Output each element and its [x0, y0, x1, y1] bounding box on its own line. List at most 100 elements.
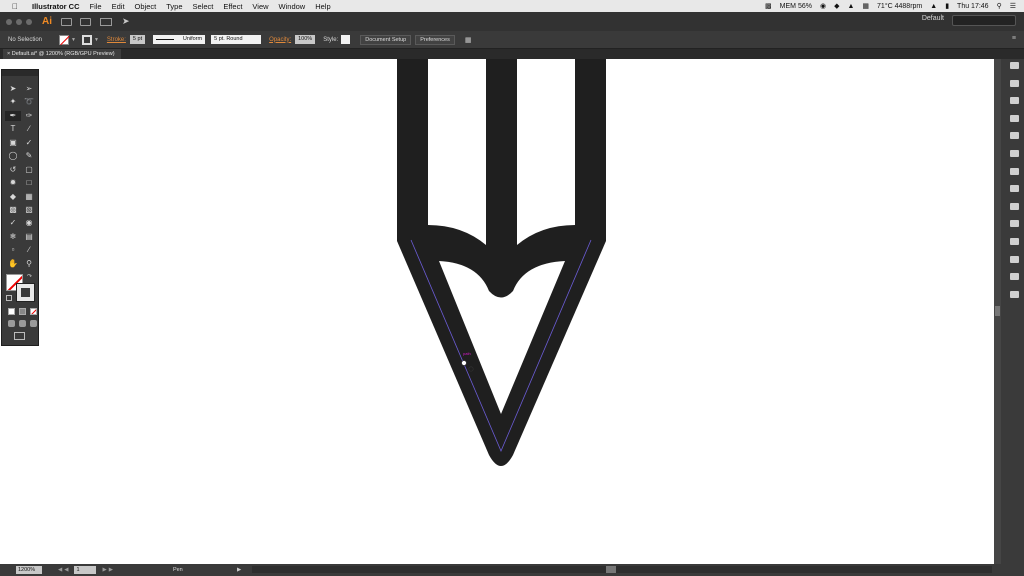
artboard-tool-icon[interactable]: ▫ — [5, 245, 21, 255]
column-graph-tool-icon[interactable]: ▤ — [21, 232, 37, 242]
menu-type[interactable]: Type — [166, 2, 182, 11]
zoom-window-button[interactable] — [26, 18, 32, 25]
artboard-number-field[interactable]: 1 — [74, 566, 97, 574]
menu-edit[interactable]: Edit — [112, 2, 125, 11]
clipboard-icon[interactable]: ▦ — [862, 2, 869, 10]
color-icon[interactable] — [1009, 97, 1019, 105]
rotate-tool-icon[interactable]: ↺ — [5, 165, 21, 175]
menu-help[interactable]: Help — [315, 2, 330, 11]
memory-status[interactable]: MEM 56% — [780, 3, 812, 10]
horizontal-scroll-thumb[interactable] — [606, 566, 616, 573]
color-mode-icon[interactable] — [8, 308, 15, 315]
slice-tool-icon[interactable]: ∕ — [21, 245, 37, 255]
menu-file[interactable]: File — [90, 2, 102, 11]
creative-cloud-icon[interactable]: ▩ — [765, 2, 772, 10]
default-fill-stroke-icon[interactable] — [6, 295, 12, 301]
brush-definition[interactable]: 5 pt. Round — [211, 35, 262, 44]
arrange-icon[interactable]: ▦ — [465, 36, 472, 44]
opacity-field[interactable]: 100% — [295, 35, 316, 44]
rectangle-tool-icon[interactable]: ▣ — [5, 138, 21, 148]
close-window-button[interactable] — [6, 18, 12, 25]
stroke-icon[interactable] — [1009, 185, 1019, 193]
stroke-label[interactable]: Stroke: — [107, 37, 126, 43]
dropbox-icon[interactable]: ◆ — [834, 2, 839, 10]
transparency-icon[interactable] — [1009, 220, 1019, 228]
hand-tool-icon[interactable]: ✋ — [5, 259, 21, 269]
spotlight-icon[interactable]: ⚲ — [997, 2, 1002, 10]
line-tool-icon[interactable]: ∕ — [21, 124, 37, 134]
none-mode-icon[interactable] — [30, 308, 37, 315]
notification-center-icon[interactable]: ☰ — [1010, 2, 1016, 10]
free-transform-tool-icon[interactable]: □ — [21, 178, 37, 188]
chevron-down-icon[interactable]: ▼ — [71, 37, 76, 43]
eye-icon[interactable]: ◉ — [820, 2, 826, 10]
draw-behind-icon[interactable] — [19, 320, 26, 327]
width-tool-icon[interactable]: ✹ — [5, 178, 21, 188]
scale-tool-icon[interactable]: ▢ — [21, 165, 37, 175]
magic-wand-tool-icon[interactable]: ✦ — [5, 97, 21, 107]
direct-selection-tool-icon[interactable]: ➢ — [21, 84, 37, 94]
layers-icon[interactable] — [1009, 273, 1019, 281]
graphic-styles-icon[interactable] — [1009, 255, 1019, 263]
send-icon[interactable]: ➤ — [122, 16, 130, 27]
brushes-icon[interactable] — [1009, 149, 1019, 157]
workspace-switcher[interactable]: Default — [922, 15, 944, 22]
stroke-weight-field[interactable]: 5 pt — [129, 35, 146, 44]
draw-inside-icon[interactable] — [30, 320, 37, 327]
pen-tool-icon[interactable]: ✒ — [5, 110, 21, 121]
zoom-level-field[interactable]: 1200% — [16, 566, 42, 574]
mesh-tool-icon[interactable]: ▩ — [5, 205, 21, 215]
properties-icon[interactable] — [1009, 62, 1019, 69]
minimize-window-button[interactable] — [16, 18, 22, 25]
type-tool-icon[interactable]: T — [5, 124, 21, 134]
bridge-icon[interactable] — [61, 17, 72, 26]
chevron-down-icon[interactable]: ▼ — [94, 37, 99, 43]
variable-width-profile[interactable]: Uniform — [153, 35, 206, 44]
menu-select[interactable]: Select — [193, 2, 214, 11]
stroke-swatch[interactable] — [81, 34, 92, 45]
close-tab-icon[interactable]: × — [7, 51, 10, 57]
wifi-icon[interactable]: ▲ — [930, 3, 937, 10]
cpu-temp-status[interactable]: 71°C 4488rpm — [877, 3, 922, 10]
stock-icon[interactable] — [80, 17, 91, 26]
panel-menu-icon[interactable]: ≡ — [1012, 35, 1016, 42]
shape-builder-tool-icon[interactable]: ◆ — [5, 192, 21, 202]
menu-object[interactable]: Object — [135, 2, 157, 11]
artboard-next-icons[interactable]: ▶▶ — [102, 567, 114, 573]
artboard-canvas[interactable]: path — [0, 59, 994, 564]
curvature-tool-icon[interactable]: ✑ — [21, 111, 37, 121]
swatches-icon[interactable] — [1009, 132, 1019, 140]
lasso-tool-icon[interactable]: ➰ — [21, 97, 37, 107]
clock[interactable]: Thu 17:46 — [957, 3, 989, 10]
stroke-color-box[interactable] — [16, 283, 35, 302]
fill-swatch[interactable] — [59, 34, 69, 45]
zoom-tool-icon[interactable]: ⚲ — [21, 259, 37, 269]
menu-app-name[interactable]: Illustrator CC — [32, 2, 80, 11]
artboard-prev-icons[interactable]: ◀◀ — [58, 567, 70, 573]
document-tab[interactable]: × Default.ai* @ 1200% (RGB/GPU Preview) — [3, 49, 121, 59]
menu-view[interactable]: View — [252, 2, 268, 11]
gradient-tool-icon[interactable]: ▧ — [21, 205, 37, 215]
screen-mode-icon[interactable] — [14, 332, 25, 340]
symbol-sprayer-tool-icon[interactable]: ❄ — [5, 232, 21, 242]
arrange-documents-icon[interactable] — [100, 17, 112, 26]
menu-window[interactable]: Window — [279, 2, 306, 11]
gradient-icon[interactable] — [1009, 202, 1019, 210]
battery-icon[interactable]: ▮ — [945, 2, 949, 10]
selection-tool-icon[interactable]: ➤ — [5, 84, 21, 94]
gradient-mode-icon[interactable] — [19, 308, 26, 315]
status-menu-icon[interactable]: ▶ — [237, 567, 241, 573]
search-stock-input[interactable] — [952, 15, 1016, 26]
graphic-style-swatch[interactable] — [341, 35, 351, 44]
color-guide-icon[interactable] — [1009, 114, 1019, 122]
swap-fill-stroke-icon[interactable]: ↷ — [27, 273, 32, 280]
symbols-icon[interactable] — [1009, 167, 1019, 175]
libraries-icon[interactable] — [1009, 79, 1019, 87]
vertical-scroll-thumb[interactable] — [995, 306, 1000, 316]
paintbrush-tool-icon[interactable]: ✓ — [21, 138, 37, 148]
artboards-icon[interactable] — [1009, 290, 1019, 298]
opacity-label[interactable]: Opacity: — [269, 37, 291, 43]
shaper-tool-icon[interactable]: ◯ — [5, 151, 21, 161]
document-setup-button[interactable]: Document Setup — [360, 34, 412, 45]
menu-effect[interactable]: Effect — [223, 2, 242, 11]
